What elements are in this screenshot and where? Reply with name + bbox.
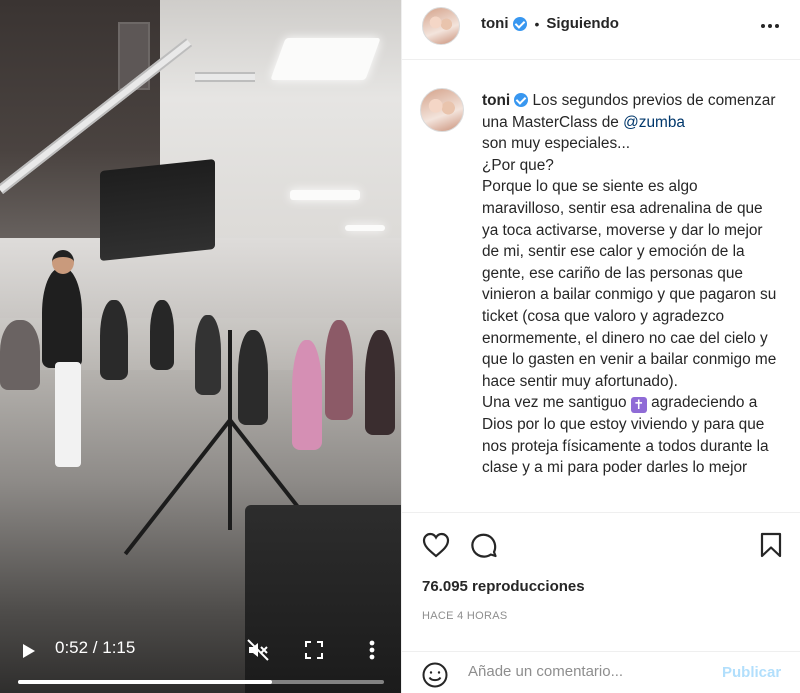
video-progress-fill (18, 680, 272, 684)
more-vertical-icon[interactable] (362, 638, 382, 662)
caption-text: ¿Por que? (482, 156, 554, 174)
header-separator: • (534, 15, 540, 32)
view-count[interactable]: 76.095 reproducciones (422, 578, 585, 595)
video-scene-truss (195, 72, 255, 82)
avatar[interactable] (422, 7, 460, 45)
post-header: toni • Siguiendo (402, 0, 800, 60)
fullscreen-icon[interactable] (303, 639, 325, 661)
cross-emoji: ✝ (630, 397, 647, 414)
following-button[interactable]: Siguiendo (546, 15, 619, 32)
play-icon[interactable] (18, 640, 40, 662)
comment-icon[interactable] (468, 529, 500, 561)
comment-bar: Publicar (402, 651, 800, 693)
video-scene-speaker-box (245, 505, 401, 693)
caption-avatar[interactable] (420, 88, 464, 132)
smile-icon[interactable] (420, 660, 450, 690)
post-timestamp[interactable]: HACE 4 HORAS (422, 610, 508, 622)
comment-input[interactable] (468, 663, 708, 680)
verified-icon (514, 93, 529, 107)
heart-icon[interactable] (420, 529, 452, 561)
caption-username[interactable]: toni (482, 92, 510, 109)
mute-icon[interactable] (245, 637, 271, 663)
caption-text: Una vez me santiguo (482, 394, 627, 412)
post-comment-button[interactable]: Publicar (722, 664, 781, 681)
video-time: 0:52 / 1:15 (55, 638, 136, 657)
video-player[interactable]: 0:52 / 1:15 (0, 0, 401, 693)
verified-icon (512, 16, 527, 31)
more-horizontal-icon[interactable] (758, 14, 782, 38)
caption-mention-link[interactable]: @zumba (623, 114, 685, 131)
caption-text: Porque lo que se siente es algo maravill… (482, 178, 777, 390)
video-progress-bar[interactable] (18, 680, 384, 684)
video-scene-tripod (228, 330, 232, 530)
video-scene-hanging-speaker (100, 158, 215, 262)
bookmark-icon[interactable] (755, 529, 787, 561)
header-username[interactable]: toni (481, 15, 509, 32)
caption-text: son muy especiales... (482, 135, 630, 153)
post-caption: toni Los segundos previos de comenzar un… (482, 90, 782, 510)
post-panel: toni • Siguiendo toni Los segundos previ… (401, 0, 800, 693)
